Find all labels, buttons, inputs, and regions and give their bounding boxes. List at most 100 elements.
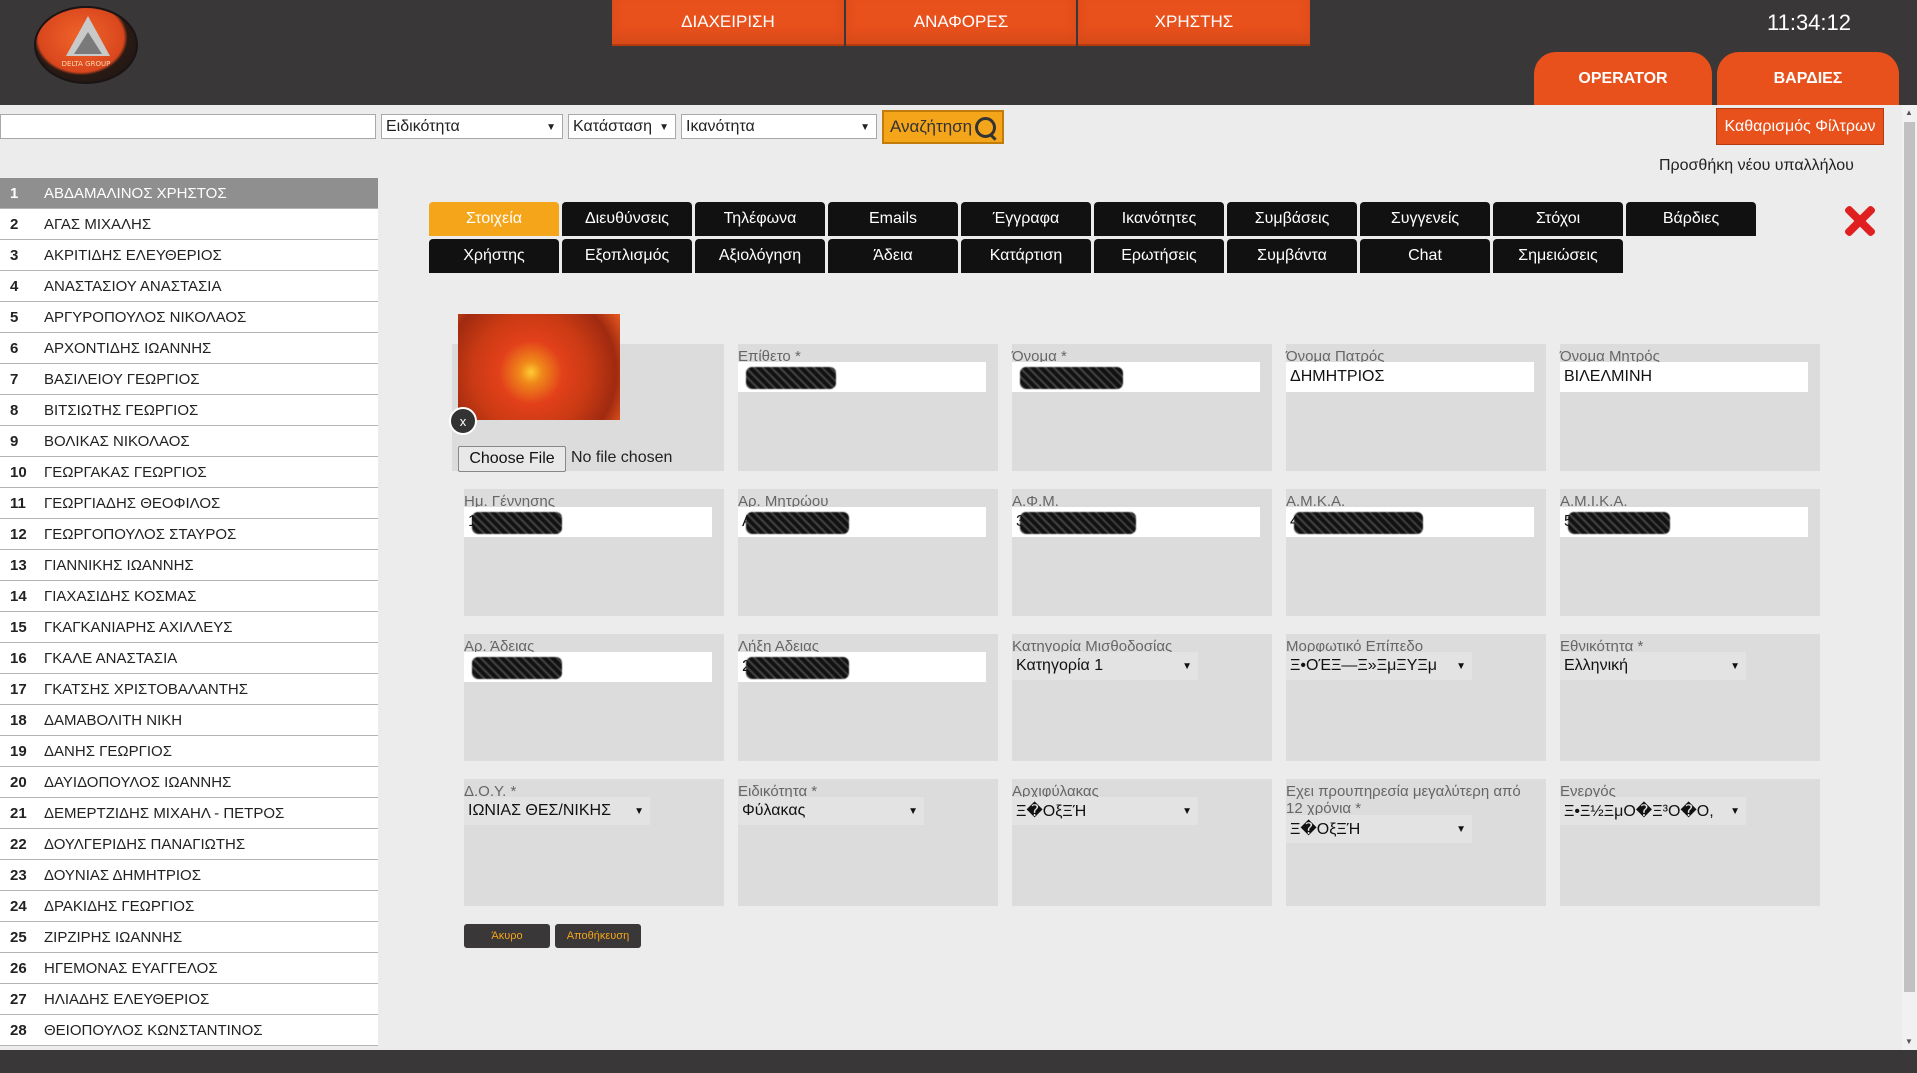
- field-select[interactable]: ΙΩΝΙΑΣ ΘΕΣ/ΝΙΚΗΣ ▼: [464, 797, 650, 825]
- remove-photo-button[interactable]: x: [449, 407, 477, 435]
- tab-item[interactable]: Άδεια: [828, 239, 958, 273]
- tab-item[interactable]: Emails: [828, 202, 958, 236]
- employee-row[interactable]: 25 ΖΙΡΖΙΡΗΣ ΙΩΑΝΝΗΣ: [0, 922, 378, 953]
- clock: 11:34:12: [1767, 10, 1852, 35]
- redaction-scribble: [1568, 512, 1670, 534]
- nav-user[interactable]: ΧΡΗΣΤΗΣ: [1078, 0, 1310, 46]
- field-input[interactable]: 5: [1560, 507, 1808, 537]
- field-select[interactable]: Ξ�ΟξΞΉ ▼: [1012, 797, 1198, 825]
- clear-filters-button[interactable]: Καθαρισμός Φίλτρων: [1716, 108, 1884, 145]
- field-select[interactable]: Φύλακας ▼: [738, 797, 924, 825]
- search-input[interactable]: [0, 114, 376, 139]
- operator-tab[interactable]: OPERATOR: [1534, 52, 1712, 105]
- field-select[interactable]: Ξ•ΟΈΞ—Ξ»ΞμΞΥΞμ ▼: [1286, 652, 1472, 680]
- employee-number: 5: [10, 308, 19, 326]
- employee-row[interactable]: 15 ΓΚΑΓΚΑΝΙΑΡΗΣ ΑΧΙΛΛΕΥΣ: [0, 612, 378, 643]
- employee-row[interactable]: 26 ΗΓΕΜΟΝΑΣ ΕΥΑΓΓΕΛΟΣ: [0, 953, 378, 984]
- search-button[interactable]: Αναζήτηση: [882, 110, 1004, 144]
- employee-row[interactable]: 14 ΓΙΑΧΑΣΙΔΗΣ ΚΟΣΜΑΣ: [0, 581, 378, 612]
- form-field: Επίθετο *: [738, 344, 998, 471]
- status-select[interactable]: Κατάσταση ▼: [568, 114, 676, 139]
- employee-row[interactable]: 6 ΑΡΧΟΝΤΙΔΗΣ ΙΩΑΝΝΗΣ: [0, 333, 378, 364]
- choose-file-button[interactable]: Choose File: [458, 446, 566, 472]
- employee-row[interactable]: 27 ΗΛΙΑΔΗΣ ΕΛΕΥΘΕΡΙΟΣ: [0, 984, 378, 1015]
- tab-item[interactable]: Ερωτήσεις: [1094, 239, 1224, 273]
- employee-row[interactable]: 9 ΒΟΛΙΚΑΣ ΝΙΚΟΛΑΟΣ: [0, 426, 378, 457]
- employee-row[interactable]: 20 ΔΑΥΙΔΟΠΟΥΛΟΣ ΙΩΑΝΝΗΣ: [0, 767, 378, 798]
- tab-item[interactable]: Διευθύνσεις: [562, 202, 692, 236]
- add-employee-link[interactable]: Προσθήκη νέου υπαλλήλου: [1659, 157, 1854, 175]
- employee-row[interactable]: 7 ΒΑΣΙΛΕΙΟΥ ΓΕΩΡΓΙΟΣ: [0, 364, 378, 395]
- specialty-select[interactable]: Ειδικότητα ▼: [381, 114, 563, 139]
- employee-row[interactable]: 13 ΓΙΑΝΝΙΚΗΣ ΙΩΑΝΝΗΣ: [0, 550, 378, 581]
- employee-row[interactable]: 5 ΑΡΓΥΡΟΠΟΥΛΟΣ ΝΙΚΟΛΑΟΣ: [0, 302, 378, 333]
- employee-row[interactable]: 8 ΒΙΤΣΙΩΤΗΣ ΓΕΩΡΓΙΟΣ: [0, 395, 378, 426]
- tab-item[interactable]: Τηλέφωνα: [695, 202, 825, 236]
- cancel-button[interactable]: Άκυρο: [464, 924, 550, 948]
- tab-item[interactable]: Στοιχεία: [429, 202, 559, 236]
- redaction-scribble: [1020, 512, 1136, 534]
- tab-item[interactable]: Συμβάσεις: [1227, 202, 1357, 236]
- ability-select[interactable]: Ικανότητα ▼: [681, 114, 877, 139]
- save-button[interactable]: Αποθήκευση: [555, 924, 641, 948]
- form-field: Όνομα Πατρός ΔΗΜΗΤΡΙΟΣ: [1286, 344, 1546, 471]
- field-input[interactable]: A: [738, 507, 986, 537]
- employee-number: 16: [10, 649, 27, 667]
- tab-item[interactable]: Chat: [1360, 239, 1490, 273]
- field-input[interactable]: [738, 362, 986, 392]
- tab-item[interactable]: Βάρδιες: [1626, 202, 1756, 236]
- search-icon: [975, 117, 996, 138]
- employee-row[interactable]: 22 ΔΟΥΛΓΕΡΙΔΗΣ ΠΑΝΑΓΙΩΤΗΣ: [0, 829, 378, 860]
- close-icon[interactable]: [1842, 204, 1874, 236]
- field-input[interactable]: 4: [1286, 507, 1534, 537]
- nav-reports[interactable]: ΑΝΑΦΟΡΕΣ: [846, 0, 1076, 46]
- employee-row[interactable]: 1 ΑΒΔΑΜΑΛΙΝΟΣ ΧΡΗΣΤΟΣ: [0, 178, 378, 209]
- field-input[interactable]: 3: [1012, 507, 1260, 537]
- employee-number: 28: [10, 1021, 27, 1039]
- employee-row[interactable]: 12 ΓΕΩΡΓΟΠΟΥΛΟΣ ΣΤΑΥΡΟΣ: [0, 519, 378, 550]
- field-select[interactable]: Κατηγορία 1 ▼: [1012, 652, 1198, 680]
- company-logo[interactable]: DELTA GROUP: [34, 6, 138, 84]
- employee-number: 14: [10, 587, 27, 605]
- field-select-value: Ξ�ΟξΞΉ: [1016, 803, 1087, 820]
- scroll-up-icon[interactable]: ▲: [1905, 108, 1913, 117]
- employee-row[interactable]: 16 ΓΚΑΛΕ ΑΝΑΣΤΑΣΙΑ: [0, 643, 378, 674]
- tab-item[interactable]: Στόχοι: [1493, 202, 1623, 236]
- employee-row[interactable]: 18 ΔΑΜΑΒΟΛΙΤΗ ΝΙΚΗ: [0, 705, 378, 736]
- field-input[interactable]: 1: [464, 507, 712, 537]
- field-select[interactable]: Ξ•Ξ½ΞμΟ�Ξ³Ο�Ο, ▼: [1560, 797, 1746, 825]
- employee-row[interactable]: 19 ΔΑΝΗΣ ΓΕΩΡΓΙΟΣ: [0, 736, 378, 767]
- field-input[interactable]: 2: [738, 652, 986, 682]
- employee-row[interactable]: 11 ΓΕΩΡΓΙΑΔΗΣ ΘΕΟΦΙΛΟΣ: [0, 488, 378, 519]
- employee-row[interactable]: 10 ΓΕΩΡΓΑΚΑΣ ΓΕΩΡΓΙΟΣ: [0, 457, 378, 488]
- employee-row[interactable]: 4 ΑΝΑΣΤΑΣΙΟΥ ΑΝΑΣΤΑΣΙΑ: [0, 271, 378, 302]
- tab-item[interactable]: Έγγραφα: [961, 202, 1091, 236]
- tab-item[interactable]: Συγγενείς: [1360, 202, 1490, 236]
- tab-item[interactable]: Ικανότητες: [1094, 202, 1224, 236]
- shifts-tab[interactable]: ΒΑΡΔΙΕΣ: [1717, 52, 1899, 105]
- tab-item[interactable]: Σημειώσεις: [1493, 239, 1623, 273]
- field-select[interactable]: Ελληνική ▼: [1560, 652, 1746, 680]
- employee-number: 6: [10, 339, 19, 357]
- employee-row[interactable]: 23 ΔΟΥΝΙΑΣ ΔΗΜΗΤΡΙΟΣ: [0, 860, 378, 891]
- tab-item[interactable]: Εξοπλισμός: [562, 239, 692, 273]
- employee-row[interactable]: 28 ΘΕΙΟΠΟΥΛΟΣ ΚΩΝΣΤΑΝΤΙΝΟΣ: [0, 1015, 378, 1046]
- employee-row[interactable]: 3 ΑΚΡΙΤΙΔΗΣ ΕΛΕΥΘΕΡΙΟΣ: [0, 240, 378, 271]
- tab-item[interactable]: Κατάρτιση: [961, 239, 1091, 273]
- ability-select-value: Ικανότητα: [686, 117, 755, 135]
- field-select[interactable]: Ξ�ΟξΞΉ ▼: [1286, 815, 1472, 843]
- tab-item[interactable]: Συμβάντα: [1227, 239, 1357, 273]
- nav-management[interactable]: ΔΙΑΧΕΙΡΙΣΗ: [612, 0, 844, 46]
- scroll-down-icon[interactable]: ▼: [1905, 1037, 1913, 1046]
- employee-row[interactable]: 24 ΔΡΑΚΙΔΗΣ ΓΕΩΡΓΙΟΣ: [0, 891, 378, 922]
- employee-row[interactable]: 2 ΑΓΑΣ ΜΙΧΑΛΗΣ: [0, 209, 378, 240]
- tab-item[interactable]: Χρήστης: [429, 239, 559, 273]
- field-input[interactable]: ΒΙΛΕΛΜΙΝΗ: [1560, 362, 1808, 392]
- field-input[interactable]: ΔΗΜΗΤΡΙΟΣ: [1286, 362, 1534, 392]
- field-input[interactable]: [1012, 362, 1260, 392]
- employee-row[interactable]: 21 ΔΕΜΕΡΤΖΙΔΗΣ ΜΙΧΑΗΛ - ΠΕΤΡΟΣ: [0, 798, 378, 829]
- scrollbar-thumb[interactable]: [1904, 122, 1915, 992]
- tab-item[interactable]: Αξιολόγηση: [695, 239, 825, 273]
- field-input[interactable]: [464, 652, 712, 682]
- employee-row[interactable]: 17 ΓΚΑΤΣΗΣ ΧΡΙΣΤΟΒΑΛΑΝΤΗΣ: [0, 674, 378, 705]
